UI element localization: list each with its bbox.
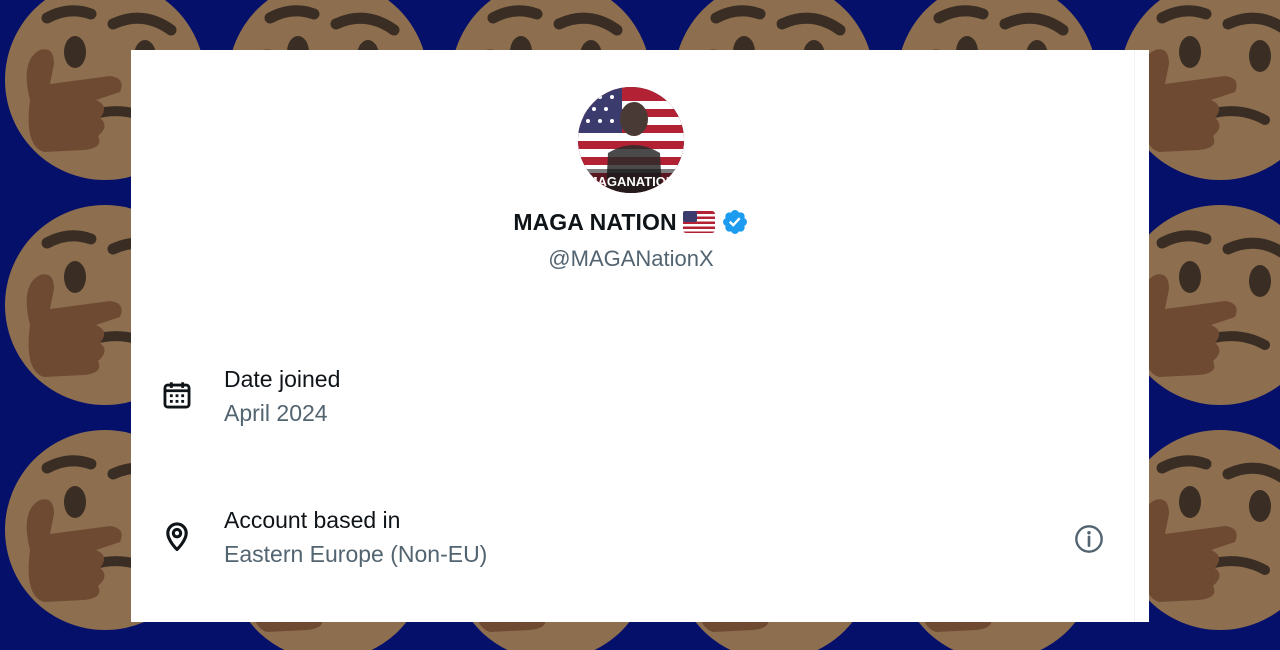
date-joined-row: Date joined April 2024: [131, 366, 1149, 436]
verified-badge-icon[interactable]: [721, 208, 749, 236]
flag-us-icon: [682, 211, 715, 233]
profile-handle[interactable]: @MAGANationX: [131, 246, 1131, 272]
info-icon[interactable]: [1073, 523, 1105, 555]
avatar[interactable]: MAGANATION: [578, 87, 684, 193]
date-joined-value: April 2024: [224, 400, 328, 426]
account-based-row: Account based in Eastern Europe (Non-EU): [131, 507, 1149, 577]
calendar-icon: [163, 382, 191, 409]
display-name[interactable]: MAGA NATION: [513, 209, 676, 236]
date-joined-label: Date joined: [224, 366, 341, 392]
avatar-logo-text: MAGANATION: [587, 174, 676, 189]
avatar-image: MAGANATION: [578, 87, 684, 193]
profile-name-row: MAGA NATION: [131, 208, 1131, 236]
account-based-label: Account based in: [224, 507, 401, 533]
account-info-card: MAGANATION MAGA NATION @MAGANationX Date…: [131, 50, 1149, 622]
location-pin-icon: [166, 522, 188, 552]
account-based-value: Eastern Europe (Non-EU): [224, 541, 488, 567]
